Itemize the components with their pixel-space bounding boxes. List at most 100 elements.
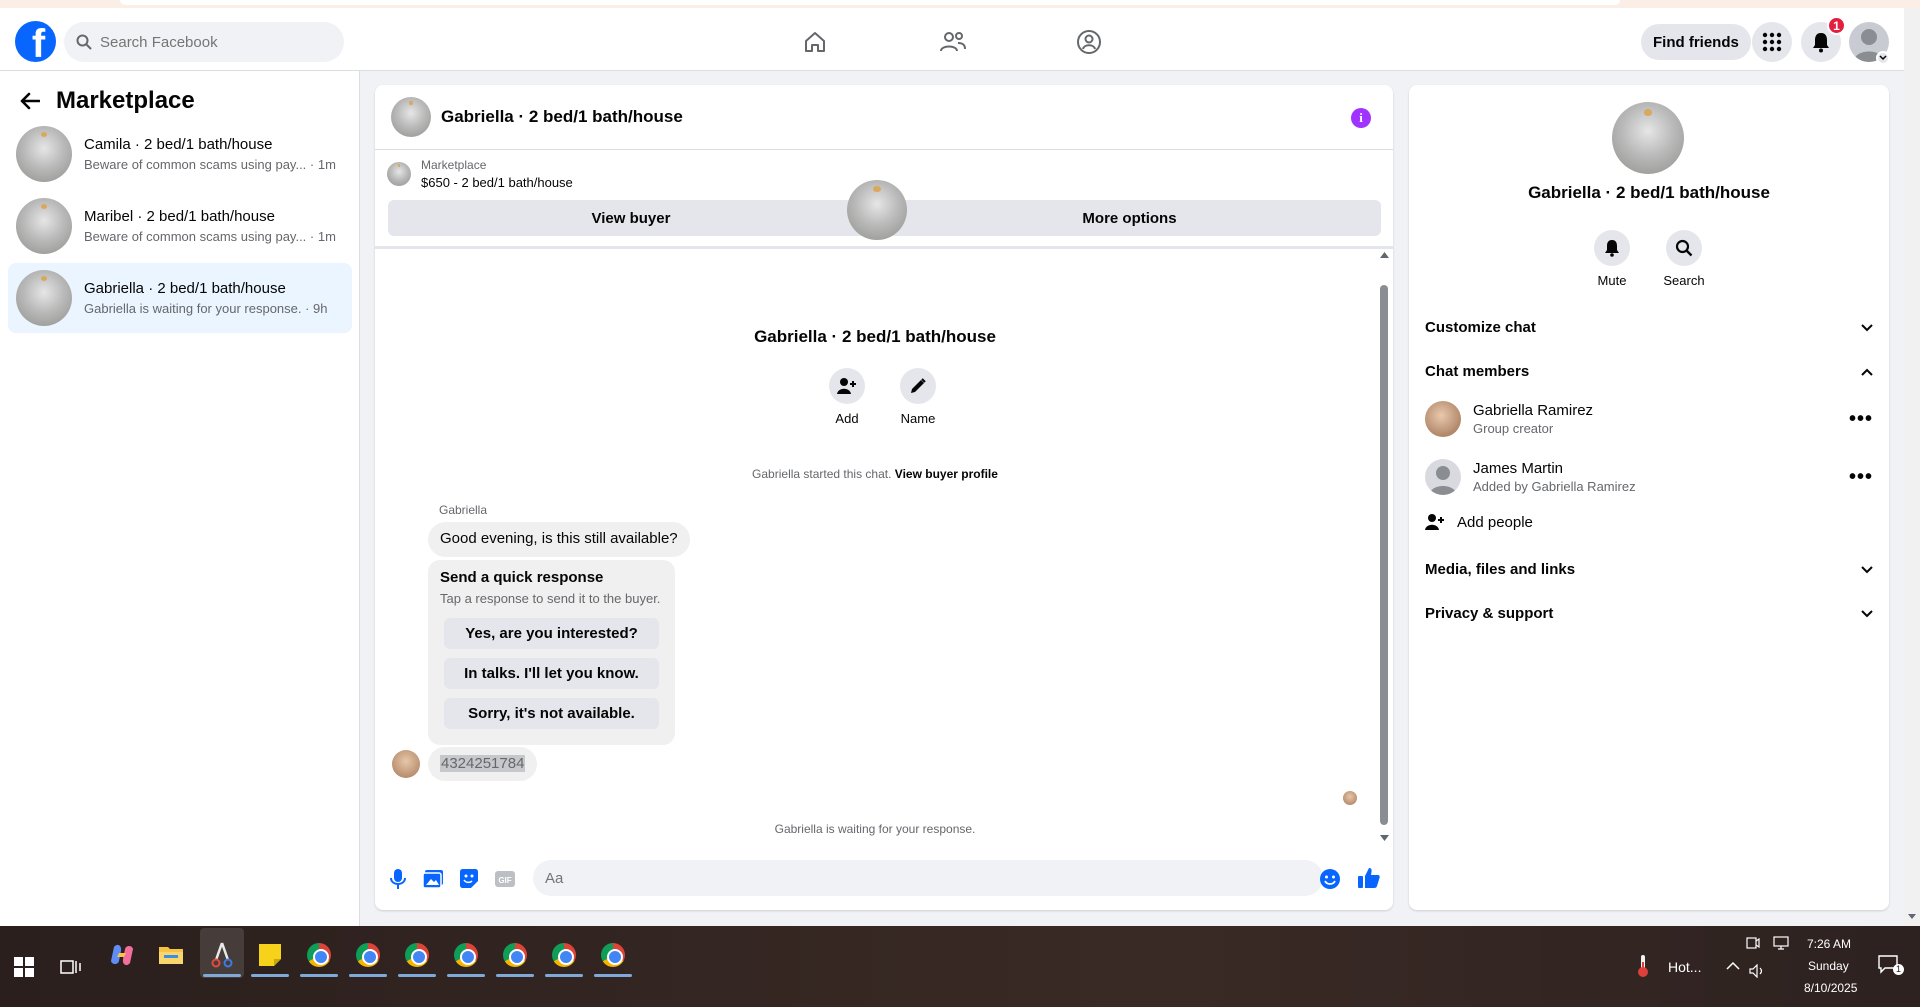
chat-scrollbar[interactable] xyxy=(1375,250,1393,845)
weather-text[interactable]: Hot... xyxy=(1668,959,1701,975)
media-files-section[interactable]: Media, files and links xyxy=(1425,561,1873,578)
conversation-item-camila[interactable]: Camila · 2 bed/1 bath/house Beware of co… xyxy=(8,119,352,189)
chrome-profile-icon[interactable] xyxy=(353,940,383,970)
chrome-profile-icon[interactable] xyxy=(598,940,628,970)
thermometer-icon[interactable] xyxy=(1634,951,1652,981)
conversation-title: Gabriella · 2 bed/1 bath/house xyxy=(84,280,286,297)
scrollbar-thumb[interactable] xyxy=(1380,285,1388,825)
find-friends-button[interactable]: Find friends xyxy=(1641,24,1751,60)
name-label: Name xyxy=(900,411,936,426)
member-row-james[interactable]: James Martin Added by Gabriella Ramirez … xyxy=(1425,459,1873,495)
privacy-support-section[interactable]: Privacy & support xyxy=(1425,605,1873,622)
chat-members-section[interactable]: Chat members xyxy=(1425,363,1873,380)
info-icon[interactable]: i xyxy=(1351,108,1371,128)
volume-icon[interactable] xyxy=(1746,960,1768,982)
quick-response-button[interactable]: Sorry, it's not available. xyxy=(444,698,659,729)
bell-icon xyxy=(1605,240,1619,257)
add-label: Add xyxy=(835,411,859,426)
back-arrow-icon[interactable] xyxy=(20,92,40,110)
quick-response-button[interactable]: In talks. I'll let you know. xyxy=(444,658,659,689)
member-avatar xyxy=(1425,459,1461,495)
details-avatar xyxy=(1612,102,1684,174)
conversation-item-gabriella[interactable]: Gabriella · 2 bed/1 bath/house Gabriella… xyxy=(8,263,352,333)
listing-summary[interactable]: Marketplace $650 - 2 bed/1 bath/house xyxy=(387,158,573,190)
chrome-profile-icon[interactable] xyxy=(451,940,481,970)
chat-panel: Gabriella · 2 bed/1 bath/house i Marketp… xyxy=(375,85,1393,910)
waiting-notice: Gabriella is waiting for your response. xyxy=(774,822,976,836)
more-options-icon[interactable]: ••• xyxy=(1849,466,1873,489)
scroll-up-arrow-icon[interactable] xyxy=(1380,252,1389,258)
groups-icon[interactable] xyxy=(1073,26,1105,58)
listing-thumbnail xyxy=(16,126,72,182)
search-input[interactable] xyxy=(100,33,320,51)
mute-label: Mute xyxy=(1597,273,1627,288)
chat-avatar[interactable] xyxy=(391,97,431,137)
conversation-item-maribel[interactable]: Maribel · 2 bed/1 bath/house Beware of c… xyxy=(8,191,352,261)
quick-response-card: Send a quick response Tap a response to … xyxy=(428,560,675,745)
sender-name: Gabriella xyxy=(439,503,488,517)
home-icon[interactable] xyxy=(799,26,831,58)
snipping-tool-icon[interactable] xyxy=(207,940,237,970)
mute-button[interactable]: Mute xyxy=(1582,230,1642,288)
clock-date[interactable]: 8/10/2025 xyxy=(1804,981,1857,995)
member-name: James Martin xyxy=(1473,460,1564,477)
running-indicator xyxy=(545,974,583,977)
meet-now-icon[interactable] xyxy=(1742,932,1764,954)
search-icon xyxy=(76,34,92,50)
top-navigation: f Find friends 1 xyxy=(0,8,1904,71)
view-buyer-profile-link[interactable]: View buyer profile xyxy=(895,467,998,481)
clock-day[interactable]: Sunday xyxy=(1808,959,1849,973)
add-member-button[interactable]: Add xyxy=(817,368,877,426)
windows-taskbar: Hot... 7:26 AM Sunday 8/10/2025 1 xyxy=(0,926,1920,1007)
chevron-down-icon[interactable] xyxy=(1876,51,1890,65)
add-people-button[interactable]: Add people xyxy=(1425,513,1873,531)
view-buyer-button[interactable]: View buyer xyxy=(388,200,874,236)
windows-start-icon[interactable] xyxy=(9,952,39,982)
more-options-button[interactable]: More options xyxy=(878,200,1381,236)
chrome-profile-icon[interactable] xyxy=(500,940,530,970)
friends-icon[interactable] xyxy=(937,26,969,58)
sticker-icon[interactable] xyxy=(458,868,480,890)
chat-title[interactable]: Gabriella · 2 bed/1 bath/house xyxy=(441,107,683,127)
menu-grid-icon[interactable] xyxy=(1752,22,1792,62)
search-in-chat-button[interactable]: Search xyxy=(1654,230,1714,288)
customize-chat-label: Customize chat xyxy=(1425,319,1536,336)
chevron-up-icon[interactable] xyxy=(1718,950,1748,980)
page-scrollbar[interactable] xyxy=(1904,8,1920,926)
task-view-icon[interactable] xyxy=(56,952,86,982)
chat-details-panel: Gabriella · 2 bed/1 bath/house Mute Sear… xyxy=(1409,85,1889,910)
more-options-icon[interactable]: ••• xyxy=(1849,408,1873,431)
member-role: Group creator xyxy=(1473,421,1554,436)
clock-time[interactable]: 7:26 AM xyxy=(1807,937,1851,951)
facebook-logo-icon[interactable]: f xyxy=(15,21,56,62)
chrome-profile-icon[interactable] xyxy=(402,940,432,970)
file-explorer-icon[interactable] xyxy=(156,940,186,970)
chat-header: Gabriella · 2 bed/1 bath/house i xyxy=(375,85,1393,150)
microphone-icon[interactable] xyxy=(387,868,409,890)
name-chat-button[interactable]: Name xyxy=(888,368,948,426)
scroll-down-arrow-icon[interactable] xyxy=(1908,914,1916,919)
chrome-icon[interactable] xyxy=(304,940,334,970)
copilot-icon[interactable] xyxy=(107,940,137,970)
message-input[interactable] xyxy=(533,860,1323,896)
quick-response-button[interactable]: Yes, are you interested? xyxy=(444,618,659,649)
sender-avatar[interactable] xyxy=(392,750,420,778)
notification-count-badge: 1 xyxy=(1827,16,1846,35)
divider xyxy=(375,246,1393,249)
running-indicator xyxy=(496,974,534,977)
listing-price: $650 - 2 bed/1 bath/house xyxy=(421,175,573,190)
chat-members-label: Chat members xyxy=(1425,363,1530,380)
member-row-gabriella[interactable]: Gabriella Ramirez Group creator ••• xyxy=(1425,401,1873,437)
gif-icon[interactable]: GIF xyxy=(494,868,516,890)
emoji-icon[interactable] xyxy=(1319,868,1341,890)
network-icon[interactable] xyxy=(1770,932,1792,954)
chrome-profile-icon[interactable] xyxy=(549,940,579,970)
details-name: Gabriella · 2 bed/1 bath/house xyxy=(1528,183,1770,202)
scroll-down-arrow-icon[interactable] xyxy=(1380,835,1389,841)
sticky-notes-icon[interactable] xyxy=(255,940,285,970)
photo-icon[interactable] xyxy=(422,868,444,890)
listing-thumbnail xyxy=(387,162,411,186)
thumbs-up-icon[interactable] xyxy=(1357,866,1381,890)
search-box[interactable] xyxy=(64,22,344,62)
customize-chat-section[interactable]: Customize chat xyxy=(1425,319,1873,336)
